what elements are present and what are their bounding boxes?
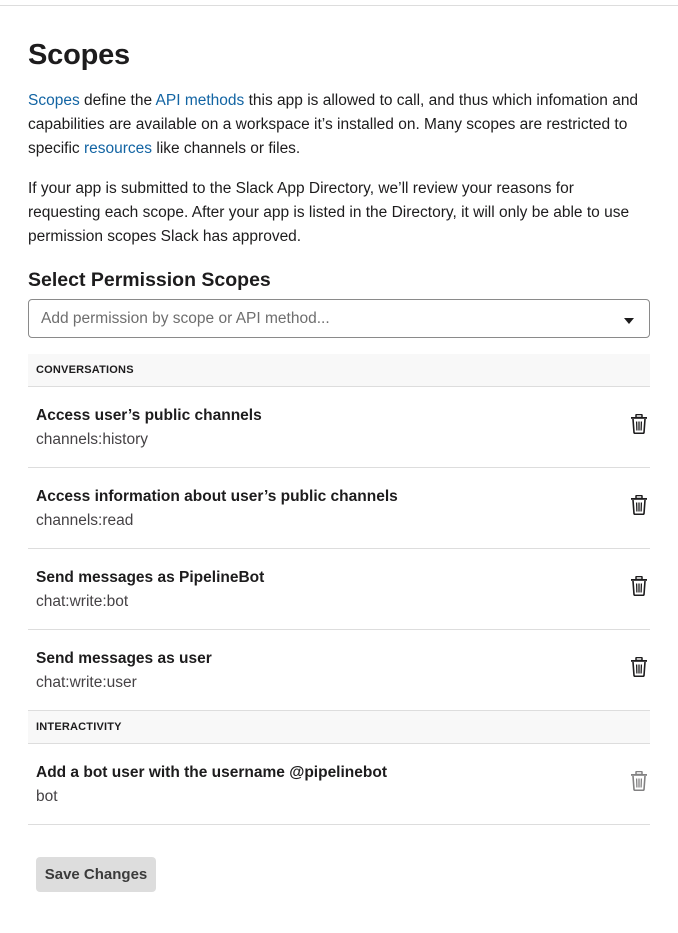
scope-row: Add a bot user with the username @pipeli… xyxy=(28,744,650,825)
group-header-interactivity: INTERACTIVITY xyxy=(28,711,650,744)
scope-name: channels:history xyxy=(36,431,149,448)
scope-title: Add a bot user with the username @pipeli… xyxy=(36,764,387,781)
review-note: If your app is submitted to the Slack Ap… xyxy=(28,180,630,245)
scope-search-input[interactable] xyxy=(41,300,601,337)
scope-name: chat:write:user xyxy=(36,674,137,691)
save-changes-button[interactable]: Save Changes xyxy=(36,857,156,892)
trash-icon[interactable] xyxy=(630,771,648,791)
page-title: Scopes xyxy=(28,39,130,71)
select-scopes-heading: Select Permission Scopes xyxy=(28,269,271,291)
scope-row: Send messages as user chat:write:user xyxy=(28,630,650,711)
scope-name: channels:read xyxy=(36,512,134,529)
caret-down-icon[interactable] xyxy=(624,318,634,324)
scope-title: Access information about user’s public c… xyxy=(36,488,398,505)
scopes-link[interactable]: Scopes xyxy=(28,92,80,109)
scope-row: Access information about user’s public c… xyxy=(28,468,650,549)
scopes-panel: Scopes Scopes define the API methods thi… xyxy=(28,38,650,892)
scope-title: Access user’s public channels xyxy=(36,407,262,424)
scope-row: Access user’s public channels channels:h… xyxy=(28,387,650,468)
trash-icon[interactable] xyxy=(630,414,648,434)
scope-select[interactable] xyxy=(28,299,650,338)
scope-title: Send messages as PipelineBot xyxy=(36,569,265,586)
top-divider xyxy=(0,0,678,6)
description-text-1: define the xyxy=(79,92,156,109)
trash-icon[interactable] xyxy=(630,657,648,677)
scopes-description: Scopes define the API methods this app i… xyxy=(28,89,650,161)
scope-row: Send messages as PipelineBot chat:write:… xyxy=(28,549,650,630)
description-text-3: like channels or files. xyxy=(152,140,301,157)
trash-icon[interactable] xyxy=(630,576,648,596)
api-methods-link[interactable]: API methods xyxy=(156,92,245,109)
scope-name: chat:write:bot xyxy=(36,593,129,610)
trash-icon[interactable] xyxy=(630,495,648,515)
scope-title: Send messages as user xyxy=(36,650,212,667)
scope-name: bot xyxy=(36,788,58,805)
group-header-conversations: CONVERSATIONS xyxy=(28,354,650,387)
resources-link[interactable]: resources xyxy=(84,140,152,157)
